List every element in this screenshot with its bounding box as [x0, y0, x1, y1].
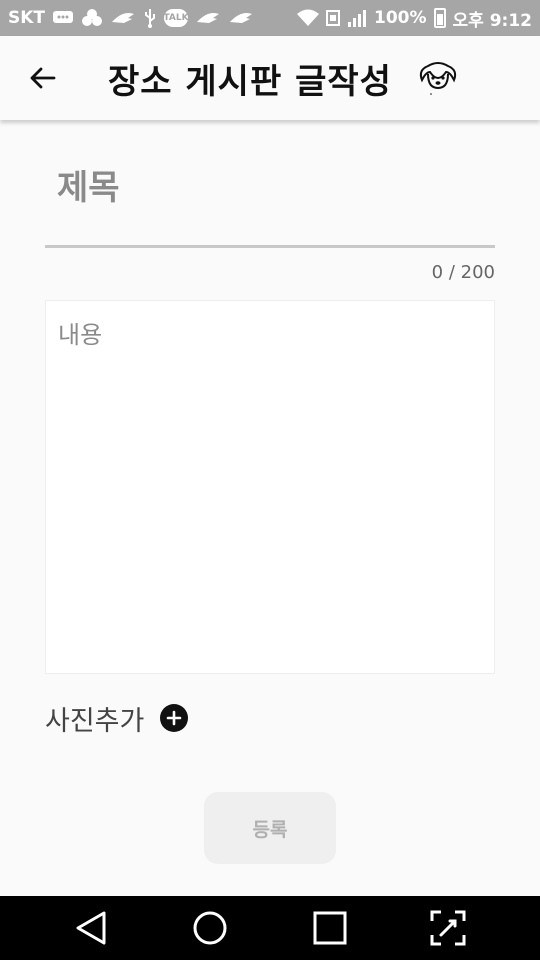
usb-icon [143, 8, 157, 28]
nav-capture-button[interactable] [428, 908, 468, 948]
character-counter: 0 / 200 [431, 262, 495, 283]
wing-icon-3 [228, 10, 254, 26]
screen-capture-icon [430, 910, 466, 946]
title-field [45, 150, 495, 248]
wing-icon [110, 10, 136, 26]
nav-back-button[interactable] [72, 908, 112, 948]
plus-circle-icon [160, 704, 189, 732]
back-triangle-icon [76, 911, 106, 945]
nav-home-button[interactable] [190, 908, 230, 948]
submit-button[interactable]: 등록 [204, 792, 336, 864]
signal-icon [347, 8, 367, 28]
add-photo-label: 사진추가 [45, 705, 145, 737]
page-title: 장소 게시판 글작성 [108, 62, 392, 102]
content-box [45, 300, 495, 674]
content-input[interactable] [46, 301, 494, 673]
clock: 오후 9:12 [452, 10, 532, 31]
battery-icon [433, 8, 446, 28]
wifi-icon [296, 9, 319, 27]
arrow-left-icon [30, 67, 56, 89]
system-nav-bar [0, 896, 540, 960]
home-circle-icon [193, 911, 227, 945]
nav-recents-button[interactable] [310, 908, 350, 948]
clover-icon [81, 7, 103, 29]
kakaotalk-icon: TALK [163, 9, 189, 27]
carrier-label: SKT [8, 8, 46, 28]
battery-percent: 100% [373, 8, 427, 28]
dog-logo-icon [419, 62, 457, 95]
recents-square-icon [313, 911, 347, 945]
message-icon [52, 10, 74, 26]
back-button[interactable] [24, 58, 60, 98]
add-photo-button[interactable]: 사진추가 [45, 698, 189, 738]
status-bar-left: SKT TALK [8, 7, 254, 29]
status-bar-right: 100% 오후 9:12 [296, 6, 532, 31]
app-bar: 장소 게시판 글작성 [0, 36, 540, 120]
wing-icon-2 [195, 10, 221, 26]
title-input[interactable] [57, 158, 487, 218]
status-bar: SKT TALK 100% 오후 9:12 [0, 0, 540, 36]
lte-icon [325, 9, 340, 27]
